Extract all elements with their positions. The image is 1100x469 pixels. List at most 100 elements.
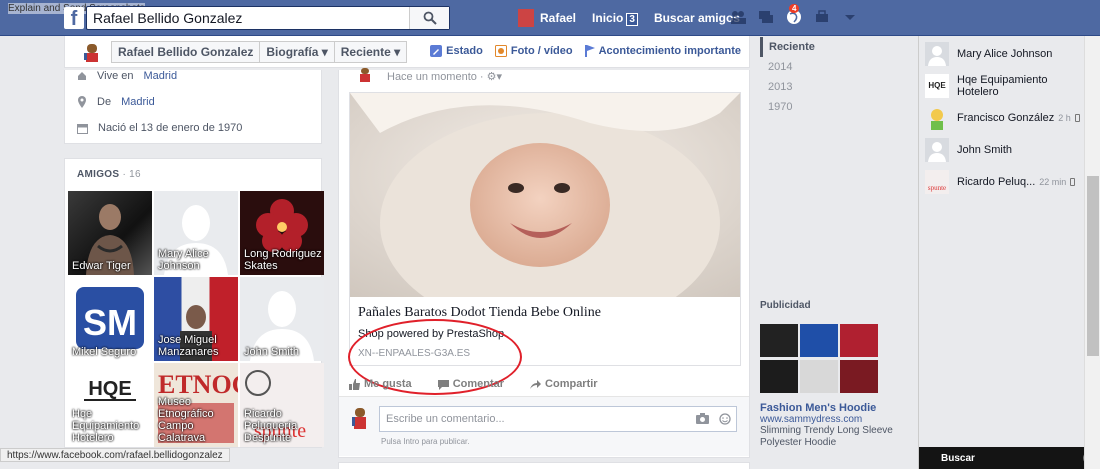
search-icon bbox=[423, 11, 437, 25]
chat-contact[interactable]: John Smith bbox=[925, 138, 1085, 162]
timeline-years: Reciente 2014 2013 1970 bbox=[760, 37, 910, 117]
svg-text:spunte: spunte bbox=[928, 184, 946, 192]
friend-tile[interactable]: HQE Hqe Equipamiento Hotelero bbox=[68, 363, 152, 447]
camera-icon[interactable] bbox=[696, 413, 709, 424]
svg-text:ETNOG: ETNOG bbox=[158, 370, 238, 399]
year-recent[interactable]: Reciente bbox=[760, 37, 910, 57]
year-2013[interactable]: 2013 bbox=[760, 77, 910, 97]
thumbs-up-icon bbox=[349, 378, 360, 390]
nav-links: Rafael Inicio 3 Buscar amigos bbox=[518, 9, 756, 27]
birthday-text: Nació el 13 de enero de 1970 bbox=[98, 122, 243, 134]
ads-title: Publicidad bbox=[760, 300, 811, 311]
friend-tile[interactable]: Edwar Tiger bbox=[68, 191, 152, 275]
next-post bbox=[338, 462, 750, 469]
lives-in-row: Vive en Madrid bbox=[77, 70, 177, 82]
ad-url[interactable]: www.sammydress.com bbox=[760, 414, 862, 425]
page-scrollbar[interactable] bbox=[1084, 36, 1100, 469]
friend-name: Ricardo Peluquería Despunte bbox=[244, 408, 298, 444]
search-input[interactable] bbox=[87, 7, 407, 29]
chat-contact[interactable]: HQE Hqe Equipamiento Hotelero bbox=[925, 74, 1085, 98]
nav-icons: 4 bbox=[730, 4, 858, 25]
chat-contact-name: Ricardo Peluq... bbox=[957, 176, 1036, 188]
hqe-logo-icon: HQE bbox=[925, 74, 949, 98]
flag-icon bbox=[584, 45, 595, 57]
link-title[interactable]: Pañales Baratos Dodot Tienda Bebe Online bbox=[358, 305, 601, 321]
commenter-avatar bbox=[352, 408, 366, 429]
from-link[interactable]: Madrid bbox=[121, 96, 155, 108]
friend-name: Hqe Equipamiento Hotelero bbox=[72, 408, 140, 444]
chat-search-label: Buscar bbox=[941, 453, 975, 464]
post-timestamp[interactable]: Hace un momento · ⚙▾ bbox=[387, 70, 502, 83]
friends-title[interactable]: AMIGOS · 16 bbox=[77, 169, 141, 180]
emoji-icon[interactable] bbox=[719, 413, 731, 425]
search-button[interactable] bbox=[409, 7, 449, 29]
crumb-name[interactable]: Rafael Bellido Gonzalez bbox=[111, 41, 261, 63]
ad-image[interactable] bbox=[760, 324, 884, 394]
friend-tile[interactable]: spunte Ricardo Peluquería Despunte bbox=[240, 363, 324, 447]
chat-contact-name: Francisco González bbox=[957, 112, 1055, 124]
friend-name: Mary Alice Johnson bbox=[158, 248, 209, 272]
chat-search-bar[interactable]: Buscar bbox=[919, 447, 1100, 469]
timeline-nav: Rafael Bellido Gonzalez Biografía ▾ Reci… bbox=[64, 36, 750, 68]
home-icon bbox=[78, 72, 86, 80]
calendar-icon bbox=[77, 123, 88, 134]
audience-icon[interactable]: ⚙▾ bbox=[487, 71, 502, 83]
chat-contact[interactable]: spunte Ricardo Peluq... 22 min bbox=[925, 170, 1085, 194]
share-button[interactable]: Compartir bbox=[530, 378, 598, 390]
profile-avatar[interactable] bbox=[518, 9, 534, 27]
friend-tile[interactable]: Jose Miguel Manzanares bbox=[154, 277, 238, 361]
comment-label: Comentar bbox=[452, 378, 505, 390]
birthday-row: Nació el 13 de enero de 1970 bbox=[77, 122, 242, 134]
ad-name[interactable]: Fashion Men's Hoodie bbox=[760, 402, 876, 414]
friend-name: Edwar Tiger bbox=[72, 260, 131, 272]
svg-text:HQE: HQE bbox=[928, 81, 946, 90]
crumb-biography[interactable]: Biografía ▾ bbox=[260, 41, 335, 63]
friend-requests-icon[interactable] bbox=[730, 9, 746, 25]
life-event-action[interactable]: Acontecimiento importante bbox=[584, 45, 741, 57]
timeline-post: Hace un momento · ⚙▾ Pañales Baratos Dod… bbox=[338, 68, 750, 458]
chat-contact-name: John Smith bbox=[957, 144, 1013, 156]
nav-home-label: Inicio bbox=[592, 11, 624, 25]
chat-contact[interactable]: Francisco González 2 h bbox=[925, 106, 1085, 130]
nav-home-link[interactable]: Inicio 3 bbox=[592, 11, 638, 26]
hoodie-thumbnail bbox=[840, 360, 878, 393]
facebook-logo-icon[interactable]: f bbox=[64, 7, 84, 30]
year-1970[interactable]: 1970 bbox=[760, 97, 910, 117]
photo-video-action[interactable]: Foto / vídeo bbox=[494, 45, 573, 57]
crumb-recent[interactable]: Reciente ▾ bbox=[334, 41, 408, 63]
friend-tile[interactable]: Long Rodriguez Skates bbox=[240, 191, 324, 275]
chat-contact[interactable]: Mary Alice Johnson bbox=[925, 42, 1085, 66]
comment-input[interactable]: Escribe un comentario... bbox=[379, 406, 737, 432]
friend-tile[interactable]: John Smith bbox=[240, 277, 324, 361]
privacy-shortcuts-icon[interactable] bbox=[814, 9, 830, 25]
lives-in-link[interactable]: Madrid bbox=[144, 70, 178, 82]
link-preview[interactable]: Pañales Baratos Dodot Tienda Bebe Online… bbox=[348, 92, 741, 395]
chat-contact-time: 22 min bbox=[1039, 177, 1067, 187]
messages-icon[interactable] bbox=[758, 9, 774, 25]
profile-thumbnail[interactable] bbox=[81, 42, 103, 64]
year-2014[interactable]: 2014 bbox=[760, 57, 910, 77]
cartoon-avatar-icon bbox=[925, 106, 949, 130]
status-action[interactable]: Estado bbox=[430, 45, 483, 57]
search-box bbox=[86, 6, 450, 30]
like-button[interactable]: Me gusta bbox=[349, 378, 412, 390]
chevron-down-icon[interactable] bbox=[842, 9, 858, 25]
baby-image bbox=[350, 93, 740, 297]
default-avatar-icon bbox=[925, 42, 949, 66]
friend-tile[interactable]: ETNOG Museo Etnográfico Campo Calatrava bbox=[154, 363, 238, 447]
post-author-avatar[interactable] bbox=[357, 68, 373, 82]
from-prefix: De bbox=[97, 96, 112, 108]
from-row: De Madrid bbox=[77, 96, 155, 108]
friend-tile[interactable]: Mary Alice Johnson bbox=[154, 191, 238, 275]
nav-profile-link[interactable]: Rafael bbox=[540, 11, 576, 25]
friends-card: AMIGOS · 16 Edwar Tiger Mary Alice Johns… bbox=[64, 158, 324, 448]
location-pin-icon bbox=[78, 96, 86, 108]
nav-find-friends-link[interactable]: Buscar amigos bbox=[654, 11, 740, 25]
chat-sidebar: Mary Alice Johnson HQE Hqe Equipamiento … bbox=[918, 36, 1100, 469]
scrollbar-thumb[interactable] bbox=[1087, 176, 1099, 356]
comment-button[interactable]: Comentar bbox=[437, 378, 505, 390]
intro-card: Vive en Madrid De Madrid Nació el 13 de en… bbox=[64, 70, 322, 144]
salon-logo-icon: spunte bbox=[925, 170, 949, 194]
friend-tile[interactable]: SM Mikel Seguro bbox=[68, 277, 152, 361]
friend-name: Museo Etnográfico Campo Calatrava bbox=[158, 396, 214, 444]
